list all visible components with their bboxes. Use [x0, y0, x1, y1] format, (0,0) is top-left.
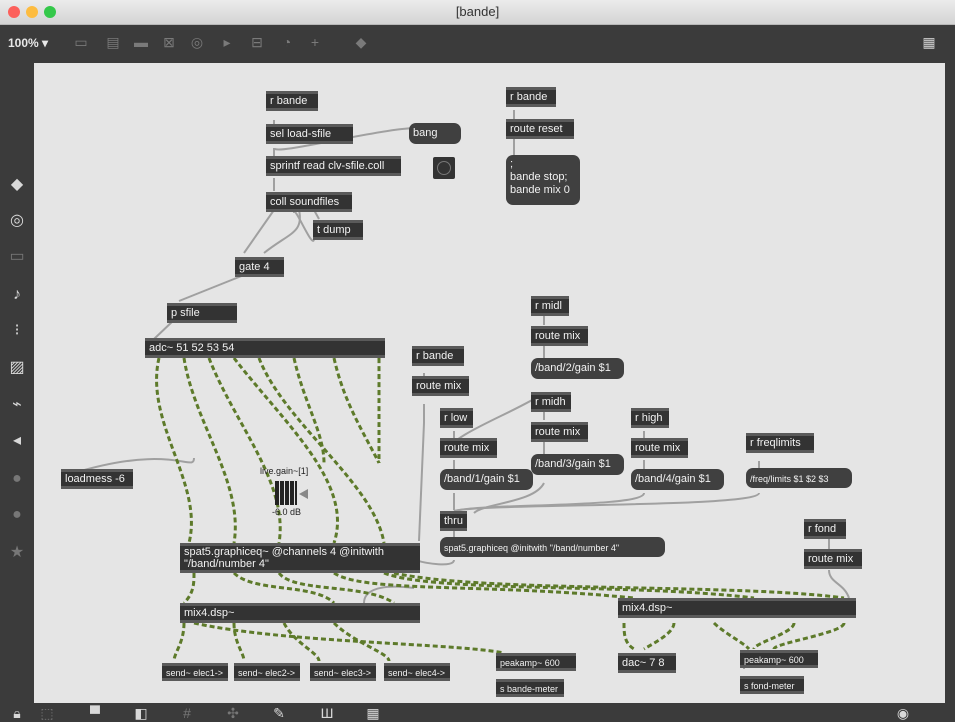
r-bande-object-3[interactable]: r bande	[412, 346, 464, 366]
gain-value: -6.0 dB	[272, 507, 302, 517]
send-elec4-object[interactable]: send~ elec4->	[384, 663, 450, 681]
send-elec1-object[interactable]: send~ elec1->	[162, 663, 228, 681]
bang-circle-icon	[437, 161, 451, 175]
target-icon[interactable]: ◎	[7, 211, 27, 231]
zoom-level: 100%	[8, 36, 39, 50]
band3-gain-message[interactable]: /band/3/gain $1	[531, 454, 624, 475]
grid-icon[interactable]: #	[178, 704, 196, 722]
subpatcher-icon[interactable]: ▤	[104, 34, 122, 50]
comment-icon[interactable]: ▬	[132, 34, 150, 50]
route-mix-midh-object[interactable]: route mix	[531, 422, 588, 442]
t-dump-object[interactable]: t dump	[313, 220, 363, 240]
band4-gain-message[interactable]: /band/4/gain $1	[631, 469, 724, 490]
peakamp-object-2[interactable]: peakamp~ 600	[740, 650, 818, 668]
thru-object[interactable]: thru	[440, 511, 467, 531]
dac-object[interactable]: dac~ 7 8	[618, 653, 676, 673]
zoom-menu[interactable]: 100% ▾	[8, 36, 48, 50]
layers-icon[interactable]: ◧	[132, 704, 150, 722]
bande-stop-message[interactable]: ; bande stop; bande mix 0	[506, 155, 580, 205]
r-low-object[interactable]: r low	[440, 408, 473, 428]
s-bande-meter-object[interactable]: s bande-meter	[496, 679, 564, 697]
b-icon[interactable]: ●	[7, 505, 27, 525]
paperclip-icon[interactable]: ⌁	[7, 395, 27, 415]
mix4-dsp-object[interactable]: mix4.dsp~	[180, 603, 420, 623]
objects-icon[interactable]: ◆	[7, 175, 27, 195]
plug-icon[interactable]: ◂	[7, 431, 27, 451]
patcher-canvas[interactable]: r bande sel load-sfile bang sprintf read…	[34, 63, 945, 703]
step-icon[interactable]: ⁝	[7, 321, 27, 341]
grid-view-icon[interactable]: ▦	[920, 34, 938, 50]
route-mix-midl-object[interactable]: route mix	[531, 326, 588, 346]
bottom-toolbar: 🔒︎ ⬚ ▀ ◧ # ✣ ✎ Ш ▦ ◉	[0, 703, 955, 722]
route-reset-object[interactable]: route reset	[506, 119, 574, 139]
r-fond-object[interactable]: r fond	[804, 519, 846, 539]
p-sfile-object[interactable]: p sfile	[167, 303, 237, 323]
toolbar: 100% ▾ ▭ ▤ ▬ ⊠ ◎ ▸ ⊟ ◔ + ◆ ▦	[0, 25, 955, 63]
r-freqlimits-object[interactable]: r freqlimits	[746, 433, 814, 453]
spat-graphiceq-object[interactable]: spat5.graphiceq~ @channels 4 @initwith "…	[180, 543, 420, 573]
gain-label: live.gain~[1]	[260, 466, 309, 476]
v-icon[interactable]: ●	[7, 469, 27, 489]
audio-on-icon[interactable]: ◉	[894, 704, 912, 722]
peakamp-object[interactable]: peakamp~ 600	[496, 653, 576, 671]
snap-icon[interactable]: ✣	[224, 704, 242, 722]
send-elec2-object[interactable]: send~ elec2->	[234, 663, 300, 681]
dial-icon[interactable]: ◔	[278, 34, 296, 50]
star-icon[interactable]: ★	[7, 543, 27, 563]
coll-soundfiles-object[interactable]: coll soundfiles	[266, 192, 352, 212]
live-gain-slider[interactable]	[275, 481, 297, 505]
bang-message[interactable]: bang	[409, 123, 461, 144]
add-object-icon[interactable]: +	[306, 34, 324, 50]
right-sidebar	[945, 63, 955, 703]
send-elec3-object[interactable]: send~ elec3->	[310, 663, 376, 681]
freq-limits-message[interactable]: /freq/limits $1 $2 $3	[746, 468, 852, 488]
sprintf-object[interactable]: sprintf read clv-sfile.coll	[266, 156, 401, 176]
s-fond-meter-object[interactable]: s fond-meter	[740, 676, 804, 694]
toggle-icon[interactable]: ⊠	[160, 34, 178, 50]
r-high-object[interactable]: r high	[631, 408, 669, 428]
route-mix-fond-object[interactable]: route mix	[804, 549, 862, 569]
route-mix-high-object[interactable]: route mix	[631, 438, 688, 458]
mix4-dsp-object-2[interactable]: mix4.dsp~	[618, 598, 856, 618]
route-mix-object[interactable]: route mix	[412, 376, 469, 396]
spat-graphiceq-message[interactable]: spat5.graphiceq @initwith "/band/number …	[440, 537, 665, 557]
route-mix-low-object[interactable]: route mix	[440, 438, 497, 458]
gain-pointer-icon	[299, 489, 308, 499]
patch-grid-icon[interactable]: ▦	[364, 704, 382, 722]
new-view-icon[interactable]: ▀	[86, 704, 104, 722]
music-note-icon[interactable]: ♪	[7, 285, 27, 305]
play-icon[interactable]: ▸	[218, 34, 236, 50]
lock-icon[interactable]: 🔒︎	[8, 704, 26, 722]
mixer-icon[interactable]: Ш	[318, 704, 336, 722]
presentation-icon[interactable]: ⬚	[38, 704, 56, 722]
console-icon[interactable]: ▭	[7, 247, 27, 267]
presentation-mode-icon[interactable]: ▭	[72, 34, 90, 50]
image-icon[interactable]: ▨	[7, 358, 27, 378]
window-title: [bande]	[455, 4, 500, 19]
paint-bucket-icon[interactable]: ◆	[352, 34, 370, 50]
left-sidebar: ◆ ◎ ▭ ♪ ⁝ ▨ ⌁ ◂ ● ● ★	[0, 63, 34, 703]
r-bande-object[interactable]: r bande	[266, 91, 318, 111]
title-bar: [bande]	[0, 0, 955, 25]
r-midl-object[interactable]: r midl	[531, 296, 569, 316]
slider-icon[interactable]: ⊟	[248, 34, 266, 50]
sel-load-sfile-object[interactable]: sel load-sfile	[266, 124, 353, 144]
wrench-icon[interactable]: ✎	[270, 704, 288, 722]
chevron-down-icon: ▾	[42, 36, 49, 50]
r-bande-object-2[interactable]: r bande	[506, 87, 556, 107]
band2-gain-message[interactable]: /band/2/gain $1	[531, 358, 624, 379]
bang-button[interactable]	[433, 157, 455, 179]
button-icon[interactable]: ◎	[188, 34, 206, 50]
gate-object[interactable]: gate 4	[235, 257, 284, 277]
r-midh-object[interactable]: r midh	[531, 392, 571, 412]
adc-object[interactable]: adc~ 51 52 53 54	[145, 338, 385, 358]
band1-gain-message[interactable]: /band/1/gain $1	[440, 469, 533, 490]
loadmess-object[interactable]: loadmess -6	[61, 469, 133, 489]
